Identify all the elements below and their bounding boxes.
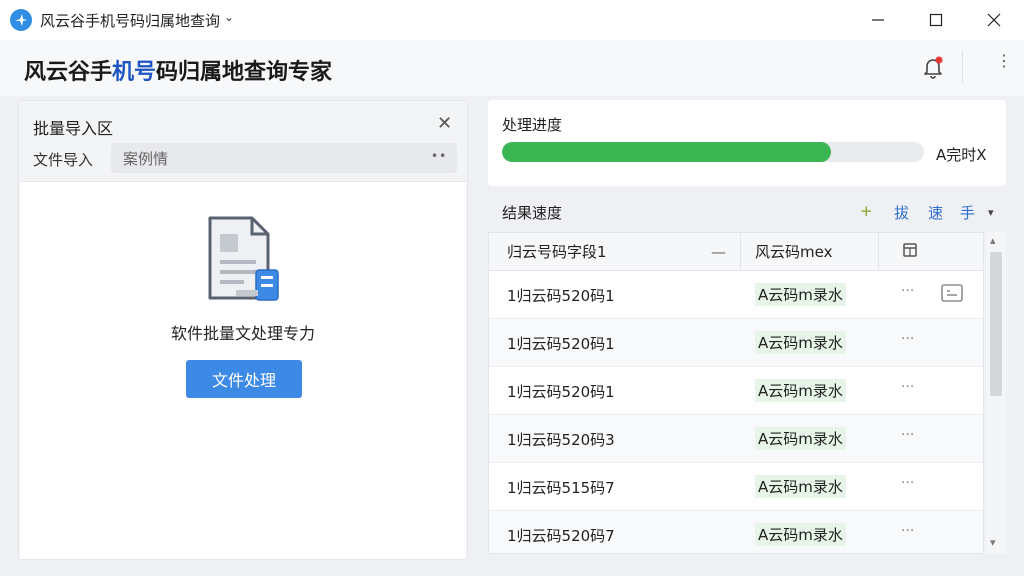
more-menu-icon[interactable]: ⋮ [996,53,1012,69]
row-more-icon[interactable]: ··· [901,379,914,395]
table-row[interactable]: 1归云码520码1 A云码m录水 ··· [489,319,983,367]
result-cell: A云码m录水 [755,427,846,450]
app-title-highlight: 机号 [112,60,157,85]
notification-bell-icon[interactable] [920,54,946,80]
result-cell: A云码m录水 [755,523,846,546]
column-header-label: 风云码mex [755,243,833,261]
table-row[interactable]: 1归云码520码1 A云码m录水 ··· [489,367,983,415]
window-title-chevron-icon[interactable]: ⌄ [224,10,234,24]
toolbar-dropdown-icon[interactable]: ▾ [988,206,994,219]
column-header-result[interactable]: 风云码mex [741,233,879,271]
results-scrollbar[interactable]: ▴ ▾ [986,232,1006,554]
app-title-part: 码归属地查询专家 [156,60,333,85]
close-window-button[interactable] [968,0,1020,40]
file-import-field[interactable] [111,143,457,173]
progress-bar [502,142,924,162]
row-more-icon[interactable]: ··· [901,523,914,539]
file-drop-zone[interactable]: 软件批量文处理专力 文件处理 [20,181,466,559]
app-title: 风云谷手机号码归属地查询专家 [24,54,332,86]
phone-number-cell: 1归云码520码1 [507,335,615,353]
column-header-number[interactable]: 归云号码字段1 — [489,233,741,271]
row-more-icon[interactable]: ··· [901,283,914,299]
close-panel-icon[interactable]: ✕ [437,113,452,134]
table-row[interactable]: 1归云码520码3 A云码m录水 ··· [489,415,983,463]
app-title-part: 风云谷手 [24,60,113,85]
progress-title: 处理进度 [502,116,563,134]
result-cell: A云码m录水 [755,379,846,402]
scroll-down-icon[interactable]: ▾ [990,536,996,549]
app-header: 风云谷手机号码归属地查询专家 ⋮ [0,40,1024,96]
phone-number-cell: 1归云码515码7 [507,479,615,497]
table-row[interactable]: 1归云码520码7 A云码m录水 ··· [489,511,983,553]
row-more-icon[interactable]: ··· [901,475,914,491]
progress-bar-fill [502,142,832,162]
result-cell: A云码m录水 [755,283,846,306]
sort-icon[interactable]: — [711,243,726,261]
table-row[interactable]: 1归云码520码1 A云码m录水 ··· [489,271,983,319]
phone-number-cell: 1归云码520码3 [507,431,615,449]
row-more-icon[interactable]: ··· [901,427,914,443]
result-cell: A云码m录水 [755,331,846,354]
add-icon[interactable]: + [860,202,873,220]
scroll-up-icon[interactable]: ▴ [990,234,996,247]
phone-number-cell: 1归云码520码1 [507,383,615,401]
batch-import-title: 批量导入区 [33,119,114,138]
table-row[interactable]: 1归云码515码7 A云码m录水 ··· [489,463,983,511]
file-import-label: 文件导入 [33,151,94,169]
results-table: 归云号码字段1 — 风云码mex 1归云码520码1 A云码m录水 ··· 1归云码5… [488,232,984,554]
window-titlebar: 风云谷手机号码归属地查询 ⌄ [0,0,1024,40]
column-settings-header[interactable] [879,233,983,271]
scrollbar-thumb[interactable] [990,252,1002,396]
document-icon [206,214,286,302]
row-detail-icon[interactable] [941,284,963,302]
toolbar-button-pull[interactable]: 拔 [894,202,909,223]
phone-number-cell: 1归云码520码1 [507,287,615,305]
process-file-button[interactable]: 文件处理 [186,360,302,398]
results-title: 结果速度 [502,204,563,222]
header-divider [962,50,963,84]
drop-zone-text: 软件批量文处理专力 [170,324,315,343]
result-cell: A云码m录水 [755,475,846,498]
minimize-button[interactable] [852,0,904,40]
toolbar-button-hand[interactable]: 手 [960,202,975,223]
results-panel: 结果速度 + 拔 速 手 ▾ 归云号码字段1 — 风云码mex 1归云码520码… [488,196,1006,560]
batch-import-panel: 批量导入区 ✕ 文件导入 •• 软件批量文处理专力 文件处理 [18,100,468,560]
file-browse-icon[interactable]: •• [431,149,447,163]
table-settings-icon[interactable] [903,242,917,261]
phone-number-cell: 1归云码520码7 [507,527,615,545]
toolbar-button-speed[interactable]: 速 [928,202,943,223]
progress-panel: 处理进度 A完时X [488,100,1006,186]
progress-status: A完时X [936,146,987,164]
column-header-label: 归云号码字段1 [507,243,607,261]
maximize-button[interactable] [910,0,962,40]
app-bird-icon [10,9,32,31]
row-more-icon[interactable]: ··· [901,331,914,347]
window-title: 风云谷手机号码归属地查询 [40,12,221,30]
